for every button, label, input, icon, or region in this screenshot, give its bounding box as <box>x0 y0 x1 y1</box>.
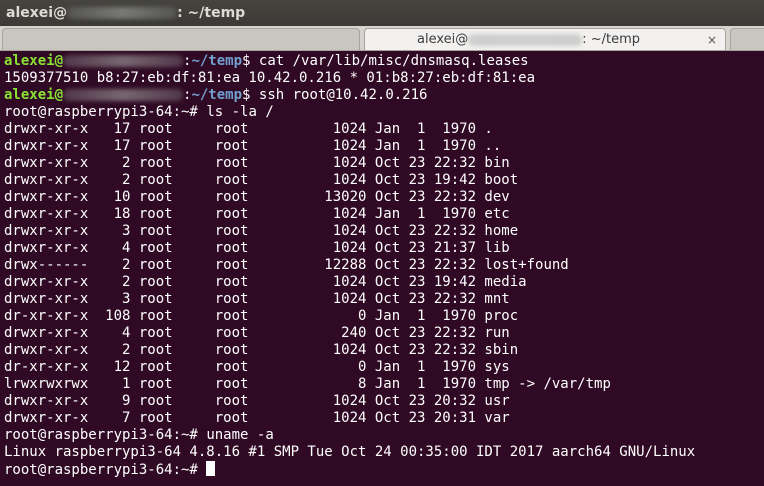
tab-terminal[interactable]: alexei@: ~/temp × <box>364 28 726 50</box>
ls-entry: drwxr-xr-x 7 root root 1024 Oct 23 20:31… <box>4 410 510 426</box>
window-title: alexei@: ~/temp <box>6 5 246 21</box>
terminal-line-cat: alexei@:~/temp$ cat /var/lib/misc/dnsmas… <box>4 53 529 69</box>
terminal-line-ssh: alexei@:~/temp$ ssh root@10.42.0.216 <box>4 87 428 103</box>
ls-entry: drwx------ 2 root root 12288 Oct 23 22:3… <box>4 257 569 273</box>
ls-entry: drwxr-xr-x 2 root root 1024 Oct 23 22:32… <box>4 155 510 171</box>
redacted-hostname <box>67 7 178 19</box>
terminal-line-prompt[interactable]: root@raspberrypi3-64:~# <box>4 461 216 478</box>
terminal-line-ls-cmd: root@raspberrypi3-64:~# ls -la / <box>4 104 274 120</box>
window-titlebar[interactable]: alexei@: ~/temp <box>0 0 764 26</box>
tab-label: alexei@: ~/temp <box>417 32 641 47</box>
ls-entry: drwxr-xr-x 4 root root 240 Oct 23 22:32 … <box>4 325 510 341</box>
ls-entry: drwxr-xr-x 18 root root 1024 Jan 1 1970 … <box>4 206 510 222</box>
text-cursor <box>206 461 216 476</box>
tab-close-icon[interactable]: × <box>707 29 717 51</box>
ls-entry: lrwxrwxrwx 1 root root 8 Jan 1 1970 tmp … <box>4 376 611 392</box>
terminal-line-uname-cmd: root@raspberrypi3-64:~# uname -a <box>4 427 274 443</box>
tab-bar: alexei@: ~/temp × <box>0 26 764 51</box>
ls-entry: drwxr-xr-x 2 root root 1024 Oct 23 19:42… <box>4 274 527 290</box>
ls-entry: dr-xr-xr-x 108 root root 0 Jan 1 1970 pr… <box>4 308 519 324</box>
ls-entry: drwxr-xr-x 9 root root 1024 Oct 23 20:32… <box>4 393 510 409</box>
ls-entry: drwxr-xr-x 10 root root 13020 Oct 23 22:… <box>4 189 510 205</box>
ls-entry: dr-xr-xr-x 12 root root 0 Jan 1 1970 sys <box>4 359 510 375</box>
terminal-line-uname-output: Linux raspberrypi3-64 4.8.16 #1 SMP Tue … <box>4 444 696 460</box>
ls-entry: drwxr-xr-x 2 root root 1024 Oct 23 19:42… <box>4 172 519 188</box>
ls-entry: drwxr-xr-x 2 root root 1024 Oct 23 22:32… <box>4 342 519 358</box>
tab-inactive-left[interactable] <box>2 28 360 50</box>
terminal-output[interactable]: alexei@:~/temp$ cat /var/lib/misc/dnsmas… <box>0 51 764 486</box>
ls-entry: drwxr-xr-x 3 root root 1024 Oct 23 22:32… <box>4 223 519 239</box>
ls-entry: drwxr-xr-x 17 root root 1024 Jan 1 1970 … <box>4 121 493 137</box>
redacted-hostname <box>468 33 583 46</box>
ls-entry: drwxr-xr-x 3 root root 1024 Oct 23 22:32… <box>4 291 510 307</box>
tab-inactive-right[interactable] <box>730 28 764 50</box>
ls-entry: drwxr-xr-x 4 root root 1024 Oct 23 21:37… <box>4 240 510 256</box>
terminal-line-lease: 1509377510 b8:27:eb:df:81:ea 10.42.0.216… <box>4 70 536 86</box>
redacted-hostname <box>63 55 184 67</box>
ls-entry: drwxr-xr-x 17 root root 1024 Jan 1 1970 … <box>4 138 502 154</box>
redacted-hostname <box>63 89 184 101</box>
